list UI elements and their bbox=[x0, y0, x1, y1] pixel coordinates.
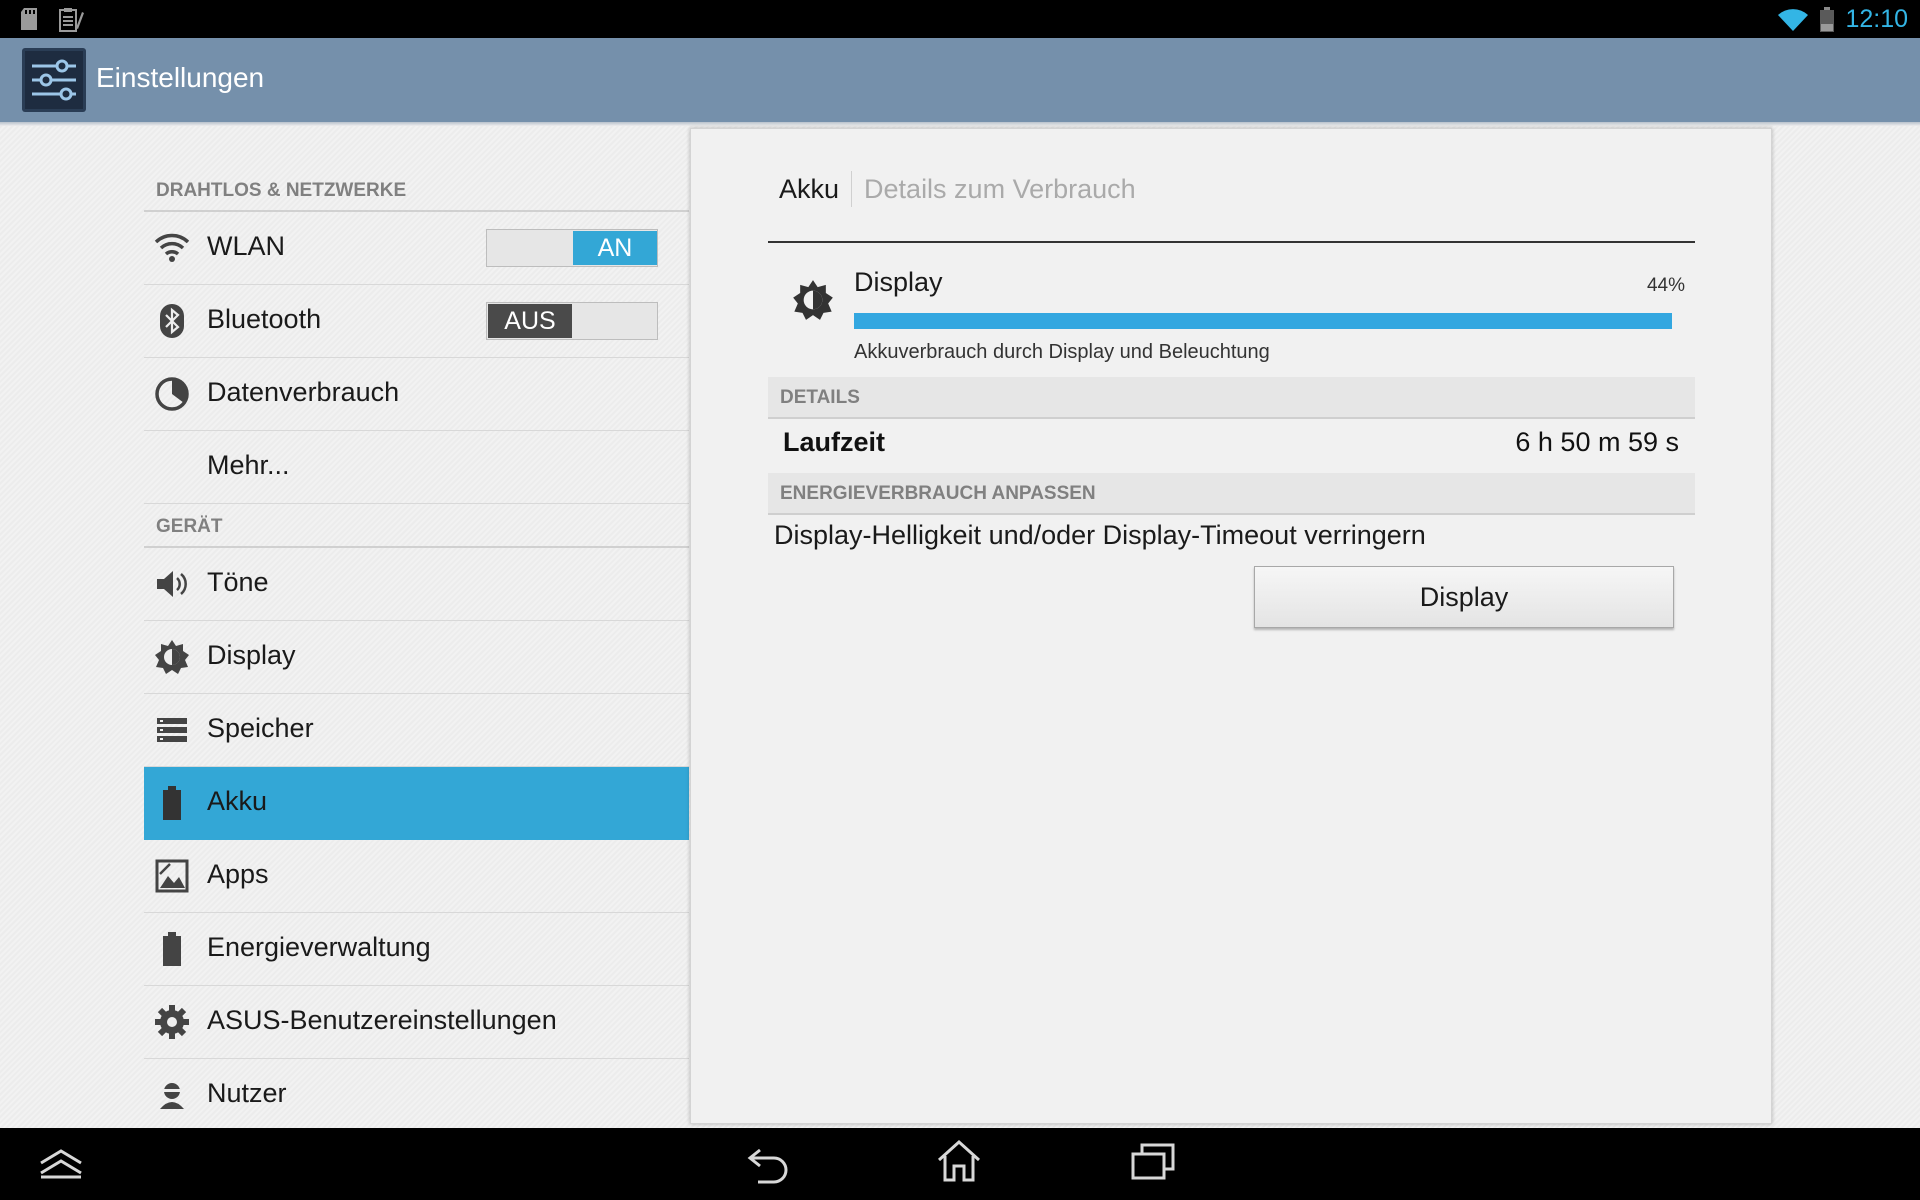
toggle-state: AUS bbox=[488, 304, 572, 338]
category-header-wireless: DRAHTLOS & NETZWERKE bbox=[144, 168, 689, 212]
runtime-row: Laufzeit 6 h 50 m 59 s bbox=[768, 417, 1695, 469]
user-icon bbox=[160, 1083, 184, 1109]
sidebar-item-label: Energieverwaltung bbox=[207, 932, 431, 962]
toggle-state: AN bbox=[573, 231, 657, 265]
settings-sliders-icon[interactable] bbox=[22, 48, 86, 112]
battery-icon bbox=[163, 786, 181, 820]
sidebar-item-power-management[interactable]: Energieverwaltung bbox=[144, 913, 689, 986]
sidebar-item-users[interactable]: Nutzer bbox=[144, 1059, 689, 1128]
storage-icon bbox=[157, 718, 187, 742]
usage-description: Akkuverbrauch durch Display und Beleucht… bbox=[854, 341, 1270, 363]
sidebar-item-asus-settings[interactable]: ASUS-Benutzereinstellungen bbox=[144, 986, 689, 1059]
sidebar-item-storage[interactable]: Speicher bbox=[144, 694, 689, 767]
sidebar-item-label: Datenverbrauch bbox=[207, 377, 400, 407]
breadcrumb-title: Details zum Verbrauch bbox=[864, 173, 1136, 204]
sidebar-item-label: ASUS-Benutzereinstellungen bbox=[207, 1005, 557, 1035]
wifi-icon bbox=[1778, 8, 1809, 31]
data-usage-icon bbox=[155, 377, 189, 411]
category-header-device: GERÄT bbox=[144, 504, 689, 548]
display-settings-button[interactable]: Display bbox=[1254, 566, 1674, 628]
runtime-value: 6 h 50 m 59 s bbox=[1515, 427, 1679, 457]
sidebar-item-sounds[interactable]: Töne bbox=[144, 548, 689, 621]
bluetooth-icon bbox=[160, 304, 184, 338]
battery-icon bbox=[163, 932, 181, 966]
sidebar-item-label: Töne bbox=[207, 567, 269, 597]
clipboard-icon bbox=[59, 8, 84, 32]
wlan-toggle[interactable]: AN bbox=[486, 229, 658, 267]
recents-icon[interactable] bbox=[1130, 1142, 1176, 1182]
sd-card-icon bbox=[21, 8, 37, 30]
usage-progress-fill bbox=[854, 313, 1672, 329]
header-divider bbox=[768, 241, 1695, 243]
usage-name: Display bbox=[854, 267, 943, 297]
sidebar-item-more[interactable]: Mehr... bbox=[144, 431, 689, 504]
sidebar-item-battery[interactable]: Akku bbox=[144, 767, 689, 840]
usage-progress-bar bbox=[854, 313, 1672, 329]
wifi-icon bbox=[154, 233, 190, 262]
usage-percent: 44% bbox=[1646, 275, 1685, 296]
gear-icon bbox=[155, 1005, 189, 1039]
section-header-details: DETAILS bbox=[768, 377, 1695, 419]
brightness-icon bbox=[793, 280, 833, 320]
sidebar-item-label: Apps bbox=[207, 859, 269, 889]
sidebar-item-label: Nutzer bbox=[207, 1078, 287, 1108]
sidebar-item-label: Display bbox=[207, 640, 296, 670]
breadcrumb: Akku Details zum Verbrauch bbox=[779, 171, 1136, 207]
sidebar-item-label: WLAN bbox=[207, 231, 286, 261]
home-icon[interactable] bbox=[936, 1138, 982, 1184]
adjust-hint: Display-Helligkeit und/oder Display-Time… bbox=[774, 520, 1426, 550]
sidebar-item-label: Speicher bbox=[207, 713, 314, 743]
sidebar-item-data-usage[interactable]: Datenverbrauch bbox=[144, 358, 689, 431]
back-icon[interactable] bbox=[746, 1140, 792, 1186]
up-icon[interactable] bbox=[38, 1146, 84, 1180]
sidebar-item-display[interactable]: Display bbox=[144, 621, 689, 694]
sidebar-item-bluetooth[interactable]: Bluetooth AUS bbox=[144, 285, 689, 358]
brightness-icon bbox=[155, 640, 189, 674]
usage-row-display: Display 44% Akkuverbrauch durch Display … bbox=[768, 257, 1695, 367]
apps-icon bbox=[155, 859, 189, 893]
runtime-label: Laufzeit bbox=[783, 427, 886, 457]
status-bar: 12:10 bbox=[0, 0, 1920, 38]
action-bar: Einstellungen bbox=[0, 38, 1920, 122]
status-clock: 12:10 bbox=[1845, 5, 1908, 33]
sidebar-item-apps[interactable]: Apps bbox=[144, 840, 689, 913]
section-header-adjust: ENERGIEVERBRAUCH ANPASSEN bbox=[768, 473, 1695, 515]
speaker-icon bbox=[157, 571, 187, 597]
sidebar-item-label: Bluetooth bbox=[207, 304, 322, 334]
app-title: Einstellungen bbox=[96, 62, 265, 93]
sidebar-item-label: Mehr... bbox=[207, 450, 290, 480]
sidebar-item-label: Akku bbox=[207, 786, 268, 816]
settings-list[interactable]: DRAHTLOS & NETZWERKE WLAN AN Bluetooth A… bbox=[144, 126, 689, 1128]
breadcrumb-separator bbox=[851, 171, 853, 207]
bluetooth-toggle[interactable]: AUS bbox=[486, 302, 658, 340]
navigation-bar bbox=[0, 1128, 1920, 1200]
sidebar-item-wlan[interactable]: WLAN AN bbox=[144, 212, 689, 285]
battery-detail-panel: Akku Details zum Verbrauch Display 44% A… bbox=[690, 128, 1772, 1124]
battery-icon bbox=[1820, 6, 1835, 32]
breadcrumb-current[interactable]: Akku bbox=[779, 174, 839, 205]
